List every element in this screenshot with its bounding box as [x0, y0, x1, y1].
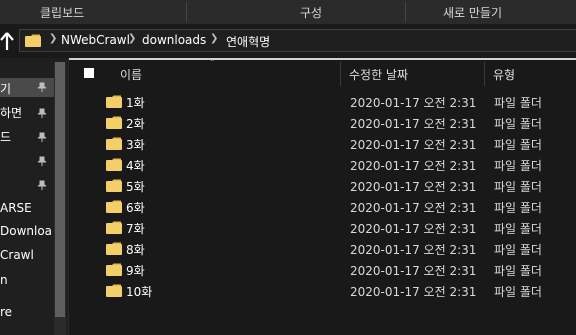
- ribbon-group-organize: 구성: [300, 6, 323, 20]
- address-bar[interactable]: ❯ NWebCrawl ❯ downloads ❯ 연애혁명: [19, 29, 576, 52]
- file-type: 파일 폴더: [494, 117, 542, 131]
- folder-icon: [106, 284, 122, 297]
- file-type: 파일 폴더: [494, 180, 542, 194]
- ribbon-group-new: 새로 만들기: [443, 6, 503, 20]
- list-item[interactable]: 6화 2020-01-17 오전 2:31 파일 폴더: [69, 197, 576, 218]
- pin-icon: [37, 132, 47, 142]
- pin-icon: [37, 108, 47, 118]
- pin-icon: [37, 180, 47, 190]
- list-item[interactable]: 2화 2020-01-17 오전 2:31 파일 폴더: [69, 113, 576, 134]
- file-type: 파일 폴더: [494, 201, 542, 215]
- column-divider[interactable]: [484, 62, 485, 86]
- file-modified-date: 2020-01-17 오전 2:31: [350, 96, 477, 110]
- ribbon: 클립보드 구성 새로 만들기: [0, 0, 576, 24]
- nav-item-label: n: [0, 273, 8, 287]
- nav-item-label: 하면: [0, 106, 23, 120]
- column-divider[interactable]: [340, 62, 341, 86]
- folder-icon: [106, 95, 122, 108]
- folder-icon: [106, 242, 122, 255]
- folder-icon: [106, 221, 122, 234]
- folder-icon: [106, 263, 122, 276]
- list-item[interactable]: 3화 2020-01-17 오전 2:31 파일 폴더: [69, 134, 576, 155]
- folder-icon: [25, 34, 41, 47]
- column-header-date[interactable]: 수정한 날짜: [349, 66, 408, 83]
- pin-icon: [37, 82, 47, 92]
- file-name: 5화: [126, 180, 145, 194]
- file-type: 파일 폴더: [494, 96, 542, 110]
- ribbon-group-clipboard: 클립보드: [40, 6, 85, 20]
- list-item[interactable]: 8화 2020-01-17 오전 2:31 파일 폴더: [69, 239, 576, 260]
- file-modified-date: 2020-01-17 오전 2:31: [350, 117, 477, 131]
- file-name: 2화: [126, 117, 145, 131]
- nav-item-label: ARSE: [0, 201, 32, 215]
- pin-icon: [37, 156, 47, 166]
- file-type: 파일 폴더: [494, 138, 542, 152]
- file-type: 파일 폴더: [494, 159, 542, 173]
- file-modified-date: 2020-01-17 오전 2:31: [350, 285, 477, 299]
- list-top-border: [69, 58, 576, 60]
- file-name: 6화: [126, 201, 145, 215]
- file-name: 10화: [126, 285, 153, 299]
- file-modified-date: 2020-01-17 오전 2:31: [350, 159, 477, 173]
- column-header-type[interactable]: 유형: [493, 66, 515, 83]
- file-modified-date: 2020-01-17 오전 2:31: [350, 180, 477, 194]
- file-name: 9화: [126, 264, 145, 278]
- nav-item-label: re: [0, 305, 13, 319]
- folder-icon: [106, 158, 122, 171]
- address-row: ❯ NWebCrawl ❯ downloads ❯ 연애혁명: [0, 24, 576, 58]
- chevron-right-icon[interactable]: ❯: [49, 33, 57, 44]
- file-modified-date: 2020-01-17 오전 2:31: [350, 138, 477, 152]
- list-item[interactable]: 10화 2020-01-17 오전 2:31 파일 폴더: [69, 281, 576, 302]
- file-name: 3화: [126, 138, 145, 152]
- file-type: 파일 폴더: [494, 285, 542, 299]
- list-item[interactable]: 4화 2020-01-17 오전 2:31 파일 폴더: [69, 155, 576, 176]
- nav-item-label: Crawl: [0, 248, 34, 262]
- file-modified-date: 2020-01-17 오전 2:31: [350, 243, 477, 257]
- file-type: 파일 폴더: [494, 222, 542, 236]
- nav-scrollbar[interactable]: [54, 62, 66, 335]
- explorer-window: 클립보드 구성 새로 만들기 ❯ NWebCrawl ❯ downloads ❯…: [0, 0, 576, 335]
- nav-item-label: 기: [0, 82, 12, 96]
- list-item[interactable]: 9화 2020-01-17 오전 2:31 파일 폴더: [69, 260, 576, 281]
- folder-icon: [106, 137, 122, 150]
- file-modified-date: 2020-01-17 오전 2:31: [350, 201, 477, 215]
- column-header-name[interactable]: 이름: [120, 66, 142, 83]
- file-name: 7화: [126, 222, 145, 236]
- file-modified-date: 2020-01-17 오전 2:31: [350, 264, 477, 278]
- chevron-right-icon[interactable]: ❯: [210, 33, 218, 44]
- list-item[interactable]: 7화 2020-01-17 오전 2:31 파일 폴더: [69, 218, 576, 239]
- breadcrumb-item[interactable]: NWebCrawl: [61, 33, 130, 47]
- nav-item-label: Downloa: [0, 224, 53, 238]
- ribbon-separator: [405, 2, 406, 22]
- nav-item-label: 드: [0, 130, 12, 144]
- column-header-row: 이름 수정한 날짜 유형: [69, 62, 576, 86]
- file-name: 8화: [126, 243, 145, 257]
- ribbon-separator: [186, 2, 187, 22]
- up-arrow-icon[interactable]: [0, 31, 14, 51]
- list-item[interactable]: 5화 2020-01-17 오전 2:31 파일 폴더: [69, 176, 576, 197]
- folder-icon: [106, 179, 122, 192]
- breadcrumb-item-current[interactable]: 연애혁명: [226, 33, 270, 50]
- file-name: 1화: [126, 96, 145, 110]
- file-name: 4화: [126, 159, 145, 173]
- file-type: 파일 폴더: [494, 264, 542, 278]
- folder-icon: [106, 116, 122, 129]
- list-item[interactable]: 1화 2020-01-17 오전 2:31 파일 폴더: [69, 92, 576, 113]
- file-modified-date: 2020-01-17 오전 2:31: [350, 222, 477, 236]
- chevron-right-icon[interactable]: ❯: [128, 33, 136, 44]
- file-type: 파일 폴더: [494, 243, 542, 257]
- nav-scrollbar-thumb[interactable]: [55, 62, 65, 317]
- select-all-checkbox[interactable]: [84, 68, 94, 78]
- file-list: ˄ 이름 수정한 날짜 유형 1화 2020-01-17 오전 2:31 파일 폴더…: [69, 58, 576, 335]
- breadcrumb-item[interactable]: downloads: [142, 33, 206, 47]
- folder-icon: [106, 200, 122, 213]
